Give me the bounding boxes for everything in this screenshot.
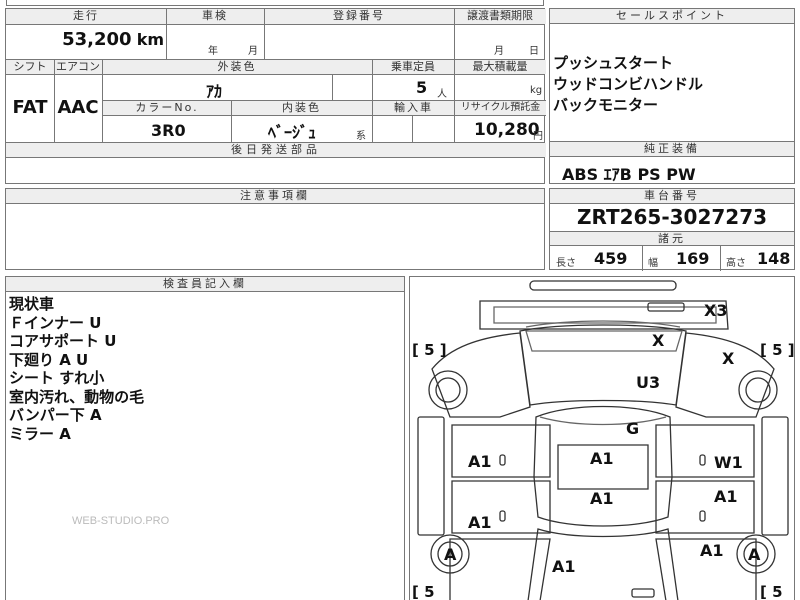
- height-value: 148: [757, 249, 791, 268]
- capacity-value: 5: [416, 78, 428, 97]
- sales-point: バックモニター: [553, 96, 659, 114]
- inspector-notes: 現状車 Ｆインナー U コアサポート U 下廻り A U シート すれ小 室内汚…: [9, 295, 144, 443]
- damage-mark-windshield: X: [652, 331, 665, 350]
- inspector-line: コアサポート U: [9, 332, 117, 350]
- height-label: 高さ: [726, 258, 746, 269]
- length-value: 459: [594, 249, 628, 268]
- transfer-day: 日: [529, 46, 539, 57]
- inspection-header: 車検: [166, 9, 264, 24]
- max-load-header: 最大積載量: [454, 60, 546, 74]
- damage-mark-trunk: A1: [552, 557, 576, 576]
- length-label: 長さ: [556, 258, 576, 269]
- car-diagram: X3 X X U3 G A1 A1 W1 A1 A1 A1 A1 A A A1 …: [409, 276, 795, 600]
- sales-point: ウッドコンビハンドル: [553, 75, 704, 93]
- inspection-month: 月: [248, 46, 258, 57]
- notes-header: 注意事項欄: [6, 189, 544, 204]
- damage-mark-quarter-right: A1: [700, 541, 724, 560]
- shift-value: FAT: [12, 97, 48, 118]
- top-strip: [6, 0, 544, 6]
- sales-points-header: セールスポイント: [550, 9, 794, 24]
- standard-equipment-value: ABS ｴｱB PS PW: [562, 165, 696, 184]
- tire-tag-front-right: [ 5 ]: [760, 341, 795, 359]
- import-header: 輸入車: [373, 101, 454, 115]
- chassis-number: ZRT265-3027273: [576, 205, 768, 229]
- inspector-block: 検査員記入欄 現状車 Ｆインナー U コアサポート U 下廻り A U シート …: [5, 276, 405, 600]
- damage-mark-hood: U3: [636, 373, 661, 392]
- aircon-header: エアコン: [54, 60, 102, 74]
- later-parts-header: 後日発送部品: [6, 143, 546, 157]
- recycle-header: リサイクル預託金: [455, 101, 546, 115]
- damage-mark-wheel-rear-left: A: [444, 545, 457, 564]
- damage-mark-wheel-rear-right: A: [748, 545, 761, 564]
- car-outline: [417, 280, 789, 600]
- color-no-value: 3R0: [151, 121, 186, 140]
- tire-tag-front-left: [ 5 ]: [412, 341, 447, 359]
- interior-value: ﾍﾞｰｼﾞｭ: [268, 123, 317, 142]
- mileage-value: 53,200 km: [62, 29, 164, 50]
- registration-header: 登録番号: [264, 9, 454, 24]
- damage-mark-roof-front: A1: [590, 449, 614, 468]
- standard-equipment-block: 純正装備 ABS ｴｱB PS PW: [549, 141, 795, 184]
- damage-mark-front-door-right: W1: [714, 453, 743, 472]
- sales-points-block: セールスポイント プッシュスタート ウッドコンビハンドル バックモニター: [549, 8, 795, 142]
- sales-point: プッシュスタート: [553, 54, 674, 72]
- damage-mark-hood-rear: G: [626, 419, 640, 438]
- capacity-header: 乗車定員: [372, 60, 454, 74]
- standard-equipment-header: 純正装備: [550, 142, 794, 157]
- interior-header: 内装色: [231, 101, 372, 115]
- inspector-line: バンパー下 A: [9, 406, 102, 424]
- color-no-header: カラーNo.: [103, 101, 231, 115]
- transfer-header: 譲渡書類期限: [454, 9, 546, 24]
- inspector-line: シート すれ小: [9, 369, 105, 387]
- tire-tag-rear-left: [ 5: [412, 583, 435, 600]
- tire-tag-rear-right: [ 5: [760, 583, 783, 600]
- watermark: WEB-STUDIO.PRO: [72, 515, 170, 527]
- damage-mark-fender-right: X: [722, 349, 735, 368]
- inspector-line: 現状車: [9, 295, 55, 313]
- specs-header: 諸元: [550, 232, 794, 246]
- transfer-month: 月: [494, 46, 504, 57]
- interior-suffix: 系: [356, 131, 366, 142]
- inspector-header: 検査員記入欄: [6, 277, 404, 292]
- exterior-color: ｱｶ: [206, 82, 223, 101]
- mileage-unit: km: [136, 30, 164, 49]
- inspector-line: ミラー A: [9, 424, 71, 443]
- notes-block: 注意事項欄: [5, 188, 545, 270]
- inspection-year: 年: [208, 46, 218, 57]
- sales-points-list: プッシュスタート ウッドコンビハンドル バックモニター: [553, 53, 703, 116]
- damage-mark-rear-door-left: A1: [468, 513, 492, 532]
- damage-mark-front-door-left: A1: [468, 452, 492, 471]
- damage-mark-rear-door-right: A1: [714, 487, 738, 506]
- vehicle-info-block: 走行 車検 登録番号 譲渡書類期限 53,200 km 年 月 月 日 シフト …: [5, 8, 546, 184]
- recycle-unit: 円: [533, 131, 543, 142]
- damage-mark-roof-rear: A1: [590, 489, 614, 508]
- shift-header: シフト: [6, 60, 54, 74]
- inspector-line: Ｆインナー U: [9, 313, 102, 332]
- mileage-header: 走行: [6, 9, 166, 24]
- recycle-value: 10,280: [474, 120, 540, 140]
- exterior-header: 外装色: [102, 60, 372, 74]
- aircon-value: AAC: [57, 97, 99, 118]
- inspector-line: 下廻り A U: [9, 350, 89, 369]
- width-value: 169: [676, 249, 710, 268]
- damage-mark-roof-top: X3: [704, 301, 728, 320]
- max-load-unit: kg: [530, 85, 543, 96]
- inspector-line: 室内汚れ、動物の毛: [9, 387, 145, 406]
- chassis-header: 車台番号: [550, 189, 794, 204]
- width-label: 幅: [648, 258, 658, 269]
- chassis-block: 車台番号 ZRT265-3027273 諸元 長さ 459 幅 169 高さ 1…: [549, 188, 795, 271]
- capacity-unit: 人: [437, 89, 447, 100]
